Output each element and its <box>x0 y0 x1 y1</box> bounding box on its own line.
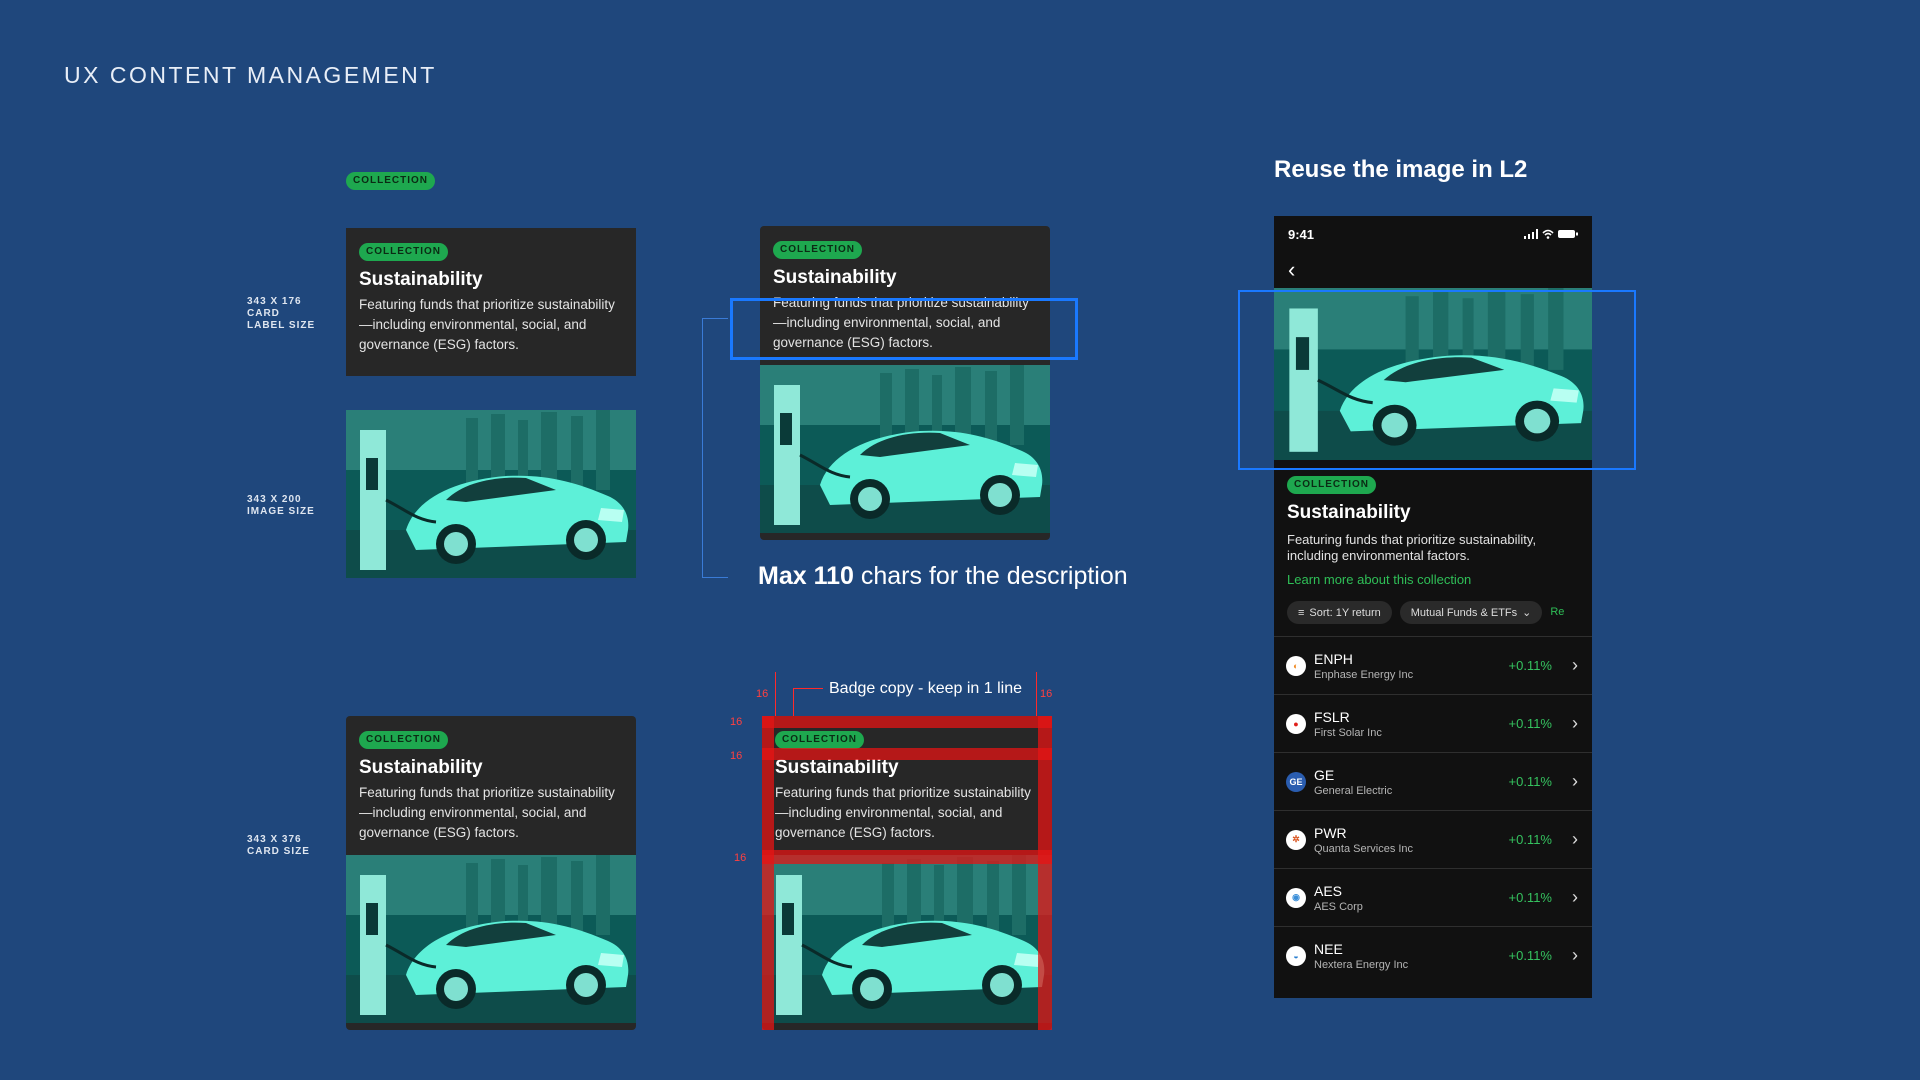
chevron-right-icon: › <box>1572 887 1578 907</box>
card-full-example: COLLECTION Sustainability Featuring fund… <box>346 716 636 1030</box>
padding-overlay-gap <box>762 748 1052 760</box>
chevron-left-icon: ‹ <box>1288 257 1296 282</box>
car-image <box>346 855 636 1023</box>
description-bracket <box>702 318 728 578</box>
ticker: FSLR <box>1314 708 1350 725</box>
chevron-down-icon: ⌄ <box>1522 607 1532 619</box>
nee-logo-icon: ◒ <box>1286 945 1306 966</box>
card-title: Sustainability <box>775 757 899 778</box>
ticker: PWR <box>1314 824 1347 841</box>
car-image <box>760 365 1050 533</box>
change-value: +0.11% <box>1508 658 1553 673</box>
company-name: Enphase Energy Inc <box>1314 668 1414 681</box>
collection-description: Featuring funds that prioritize sustaina… <box>1287 532 1537 563</box>
car-image <box>346 410 636 578</box>
padding-overlay-right <box>1038 716 1052 1030</box>
chevron-right-icon: › <box>1572 945 1578 965</box>
card-description: Featuring funds that prioritize sustaina… <box>359 785 615 840</box>
ticker: AES <box>1314 882 1343 899</box>
card-description: Featuring funds that prioritize sustaina… <box>359 297 615 352</box>
fund-row[interactable]: ◉ AES AES Corp +0.11% › <box>1274 868 1592 926</box>
ticker: GE <box>1314 766 1335 783</box>
fund-row[interactable]: ● FSLR First Solar Inc +0.11% › <box>1274 694 1592 752</box>
max-chars-note: Max 110 chars for the description <box>758 562 1128 590</box>
card-title: Sustainability <box>773 267 897 288</box>
hero-highlight <box>1238 290 1636 470</box>
guide-line <box>793 688 823 689</box>
company-name: AES Corp <box>1314 900 1363 913</box>
collection-title: Sustainability <box>1287 502 1411 523</box>
battery-icon <box>1558 227 1578 242</box>
card-image-example <box>346 410 636 578</box>
wifi-icon <box>1542 227 1554 242</box>
signal-icon <box>1524 227 1538 242</box>
collection-badge: COLLECTION <box>773 241 862 259</box>
change-value: +0.11% <box>1508 890 1553 905</box>
sort-chip[interactable]: ≡ Sort: 1Y return <box>1287 601 1392 624</box>
chevron-right-icon: › <box>1572 829 1578 849</box>
change-value: +0.11% <box>1508 716 1553 731</box>
company-name: First Solar Inc <box>1314 726 1382 739</box>
guide-line <box>1036 672 1037 716</box>
spacing-value: 16 <box>730 716 743 728</box>
description-highlight <box>730 298 1078 360</box>
collection-badge: COLLECTION <box>359 731 448 749</box>
padding-overlay-left <box>762 716 774 1030</box>
chevron-right-icon: › <box>1572 655 1578 675</box>
guide-line <box>775 672 776 716</box>
filter-chip[interactable]: Mutual Funds & ETFs ⌄ <box>1399 601 1543 624</box>
status-bar: 9:41 <box>1274 216 1592 252</box>
collection-badge: COLLECTION <box>359 243 448 261</box>
card-spacing-example: COLLECTION Sustainability Featuring fund… <box>762 716 1052 1030</box>
learn-more-link[interactable]: Learn more about this collection <box>1287 572 1579 587</box>
card-label-example: COLLECTION Sustainability Featuring fund… <box>346 228 636 376</box>
card-title: Sustainability <box>359 269 483 290</box>
spacing-value: 16 <box>730 750 743 762</box>
fslr-logo-icon: ● <box>1286 713 1306 734</box>
spec-label-size: 343 X 176 CARD LABEL SIZE <box>247 296 316 331</box>
fund-row[interactable]: ◐ ENPH Enphase Energy Inc +0.11% › <box>1274 636 1592 694</box>
back-button[interactable]: ‹ <box>1274 252 1592 288</box>
ge-logo-icon: GE <box>1286 771 1306 792</box>
change-value: +0.11% <box>1508 832 1553 847</box>
padding-overlay-top <box>762 716 1052 728</box>
card-description-example: COLLECTION Sustainability Featuring fund… <box>760 226 1050 540</box>
change-value: +0.11% <box>1508 948 1553 963</box>
page-title: UX CONTENT MANAGEMENT <box>64 62 437 88</box>
enph-logo-icon: ◐ <box>1286 655 1306 676</box>
fund-row[interactable]: GE GE General Electric +0.11% › <box>1274 752 1592 810</box>
car-image <box>762 855 1052 1023</box>
status-time: 9:41 <box>1288 226 1315 242</box>
reuse-heading: Reuse the image in L2 <box>1274 156 1528 183</box>
card-title: Sustainability <box>359 757 483 778</box>
more-chip[interactable]: Re <box>1550 601 1564 624</box>
company-name: Nextera Energy Inc <box>1314 958 1409 971</box>
change-value: +0.11% <box>1508 774 1553 789</box>
aes-logo-icon: ◉ <box>1286 887 1306 908</box>
company-name: Quanta Services Inc <box>1314 842 1414 855</box>
collection-badge: COLLECTION <box>775 731 864 749</box>
spec-image-size: 343 X 200 IMAGE SIZE <box>247 494 315 517</box>
collection-badge: COLLECTION <box>346 172 435 190</box>
fund-row[interactable]: ◒ NEE Nextera Energy Inc +0.11% › <box>1274 926 1592 984</box>
collection-badge: COLLECTION <box>1287 476 1376 494</box>
badge-copy-note: Badge copy - keep in 1 line <box>829 680 1023 697</box>
chevron-right-icon: › <box>1572 713 1578 733</box>
card-description: Featuring funds that prioritize sustaina… <box>775 785 1031 840</box>
company-name: General Electric <box>1314 784 1393 797</box>
padding-overlay-bottom <box>762 850 1052 864</box>
spacing-value: 16 <box>756 688 769 700</box>
chevron-right-icon: › <box>1572 771 1578 791</box>
spec-card-size: 343 X 376 CARD SIZE <box>247 834 310 857</box>
fund-row[interactable]: ✲ PWR Quanta Services Inc +0.11% › <box>1274 810 1592 868</box>
spacing-value: 16 <box>734 852 747 864</box>
pwr-logo-icon: ✲ <box>1286 829 1306 850</box>
ticker: ENPH <box>1314 650 1353 667</box>
spacing-value: 16 <box>1040 688 1053 700</box>
sort-icon: ≡ <box>1298 606 1305 619</box>
ticker: NEE <box>1314 940 1343 957</box>
